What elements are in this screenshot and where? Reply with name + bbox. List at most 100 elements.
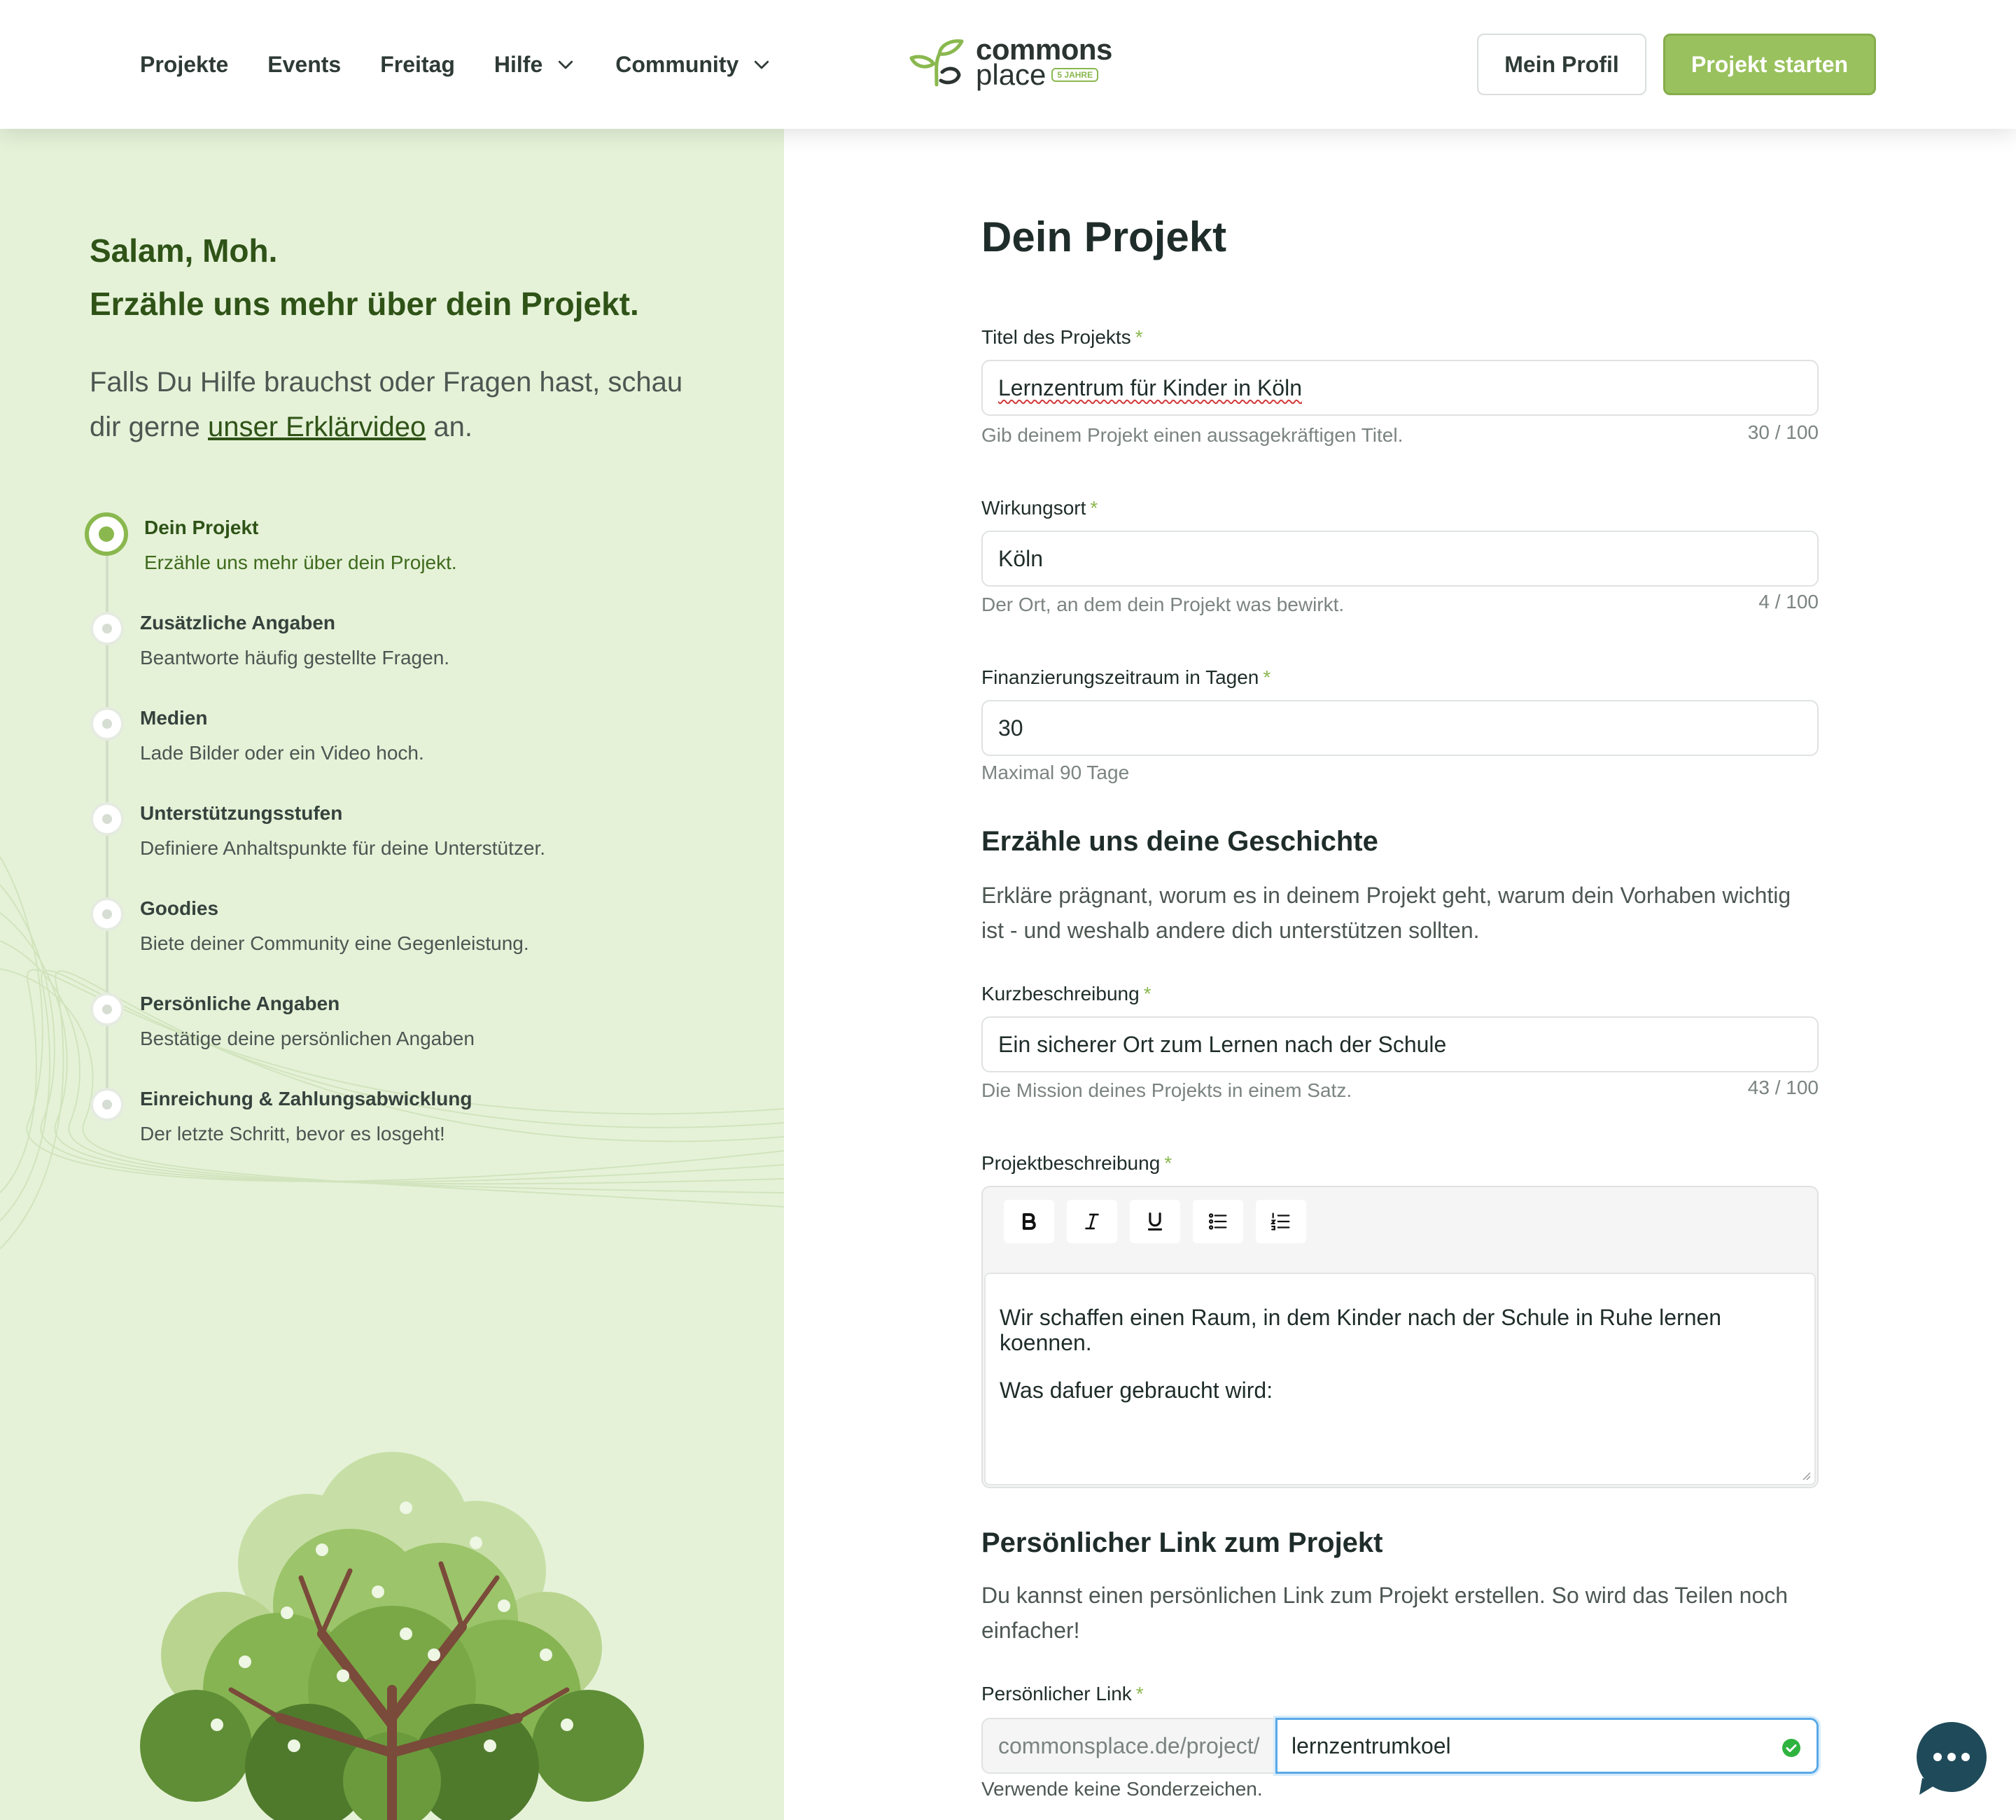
- chat-icon[interactable]: [1917, 1722, 2016, 1820]
- personal-link-input[interactable]: lernzentrumkoel: [1275, 1718, 1819, 1774]
- nav-community-label: Community: [615, 51, 739, 77]
- duration-hint: Maximal 90 Tage: [981, 762, 1130, 783]
- story-section-text: Erkläre prägnant, worum es in deinem Pro…: [981, 883, 1791, 943]
- description-editor: Wir schaffen einen Raum, in dem Kinder n…: [981, 1186, 1819, 1488]
- personal-link-label: Persönlicher Link *: [981, 1683, 1144, 1705]
- step-title: Goodies: [140, 897, 219, 919]
- personal-link-input-value: lernzentrumkoel: [1292, 1732, 1451, 1758]
- duration-input[interactable]: 30: [981, 700, 1819, 756]
- required-mark: *: [1143, 983, 1152, 1004]
- step-active-indicator: [85, 512, 128, 556]
- duration-label: Finanzierungszeitraum in Tagen *: [981, 666, 1270, 689]
- step-title: Dein Projekt: [144, 517, 259, 538]
- short-desc-label-text: Kurzbeschreibung: [981, 983, 1140, 1004]
- logo-badge: 5 JAHRE: [1051, 68, 1099, 82]
- step-desc: Erzähle uns mehr über dein Projekt.: [144, 552, 457, 573]
- step-indicator: [90, 993, 124, 1026]
- title-input[interactable]: Lernzentrum für Kinder in Köln: [981, 360, 1819, 416]
- short-desc-input[interactable]: Ein sicherer Ort zum Lernen nach der Sch…: [981, 1016, 1819, 1072]
- chevron-down-icon: [559, 60, 573, 69]
- bullet-list-button[interactable]: [1193, 1200, 1243, 1243]
- nav-hilfe[interactable]: Hilfe: [494, 52, 576, 78]
- step-indicator: [90, 802, 124, 836]
- title-label-text: Titel des Projekts: [981, 326, 1131, 348]
- personal-link-section-title: Persönlicher Link zum Projekt: [981, 1527, 1383, 1558]
- profile-button[interactable]: Mein Profil: [1477, 34, 1646, 95]
- step-desc: Bestätige deine persönlichen Angaben: [140, 1028, 475, 1049]
- greeting-line2: Erzähle uns mehr über dein Projekt.: [90, 286, 639, 322]
- nav-freitag-label: Freitag: [380, 51, 455, 77]
- required-mark: *: [1090, 497, 1098, 519]
- help-text: Falls Du Hilfe brauchst oder Fragen hast…: [90, 360, 706, 449]
- location-char-count: 4 / 100: [1758, 591, 1819, 612]
- editor-toolbar: [1004, 1200, 1306, 1243]
- description-paragraph: Was dafuer gebraucht wird:: [1000, 1378, 1273, 1403]
- bullet-list-icon: [1208, 1213, 1227, 1230]
- location-hint: Der Ort, an dem dein Projekt was bewirkt…: [981, 594, 1345, 615]
- nav-events[interactable]: Events: [267, 52, 341, 78]
- step-desc: Der letzte Schritt, bevor es losgeht!: [140, 1123, 445, 1144]
- step-desc: Lade Bilder oder ein Video hoch.: [140, 742, 424, 764]
- form-title: Dein Projekt: [981, 214, 1227, 260]
- step-indicator: [90, 897, 124, 931]
- logo-sprout-icon: [909, 39, 964, 87]
- italic-icon: [1085, 1213, 1099, 1230]
- required-mark: *: [1263, 666, 1271, 688]
- step-desc: Biete deiner Community eine Gegenleistun…: [140, 932, 529, 954]
- step-indicator: [90, 707, 124, 741]
- top-navigation: Projekte Events Freitag Hilfe Community …: [0, 0, 2016, 129]
- logo-wordmark: commons place 5 JAHRE: [976, 35, 1112, 90]
- step-desc: Beantworte häufig gestellte Fragen.: [140, 647, 450, 668]
- story-section-title: Erzähle uns deine Geschichte: [981, 826, 1378, 857]
- underline-button[interactable]: [1130, 1200, 1180, 1243]
- bold-icon: [1022, 1213, 1036, 1230]
- explainer-video-link[interactable]: unser Erklärvideo: [208, 412, 426, 442]
- resize-handle-icon[interactable]: [1799, 1469, 1812, 1481]
- short-desc-label: Kurzbeschreibung *: [981, 983, 1152, 1005]
- left-sidebar: Salam, Moh. Erzähle uns mehr über dein P…: [0, 129, 784, 1820]
- short-desc-hint: Die Mission deines Projekts in einem Sat…: [981, 1079, 1352, 1101]
- title-char-count: 30 / 100: [1747, 421, 1819, 443]
- personal-link-field: commonsplace.de/project/ lernzentrumkoel: [981, 1718, 1819, 1774]
- location-label-text: Wirkungsort: [981, 497, 1086, 519]
- step-indicator: [90, 612, 124, 645]
- title-hint: Gib deinem Projekt einen aussagekräftige…: [981, 424, 1404, 446]
- nav-freitag[interactable]: Freitag: [380, 52, 455, 78]
- numbered-list-button[interactable]: [1256, 1200, 1306, 1243]
- location-label: Wirkungsort *: [981, 497, 1098, 519]
- nav-projekte-label: Projekte: [140, 51, 229, 77]
- start-project-button[interactable]: Projekt starten: [1663, 34, 1876, 95]
- step-title: Medien: [140, 707, 208, 729]
- description-paragraph: Wir schaffen einen Raum, in dem Kinder n…: [1000, 1305, 1722, 1355]
- step-title: Zusätzliche Angaben: [140, 612, 336, 634]
- step-title: Persönliche Angaben: [140, 993, 340, 1014]
- main-nav: Projekte Events Freitag Hilfe Community: [140, 0, 772, 129]
- duration-label-text: Finanzierungszeitraum in Tagen: [981, 666, 1259, 688]
- short-desc-input-value: Ein sicherer Ort zum Lernen nach der Sch…: [998, 1031, 1447, 1057]
- title-input-value: Lernzentrum für Kinder in Köln: [998, 374, 1302, 400]
- greeting-line1: Salam, Moh.: [90, 232, 278, 269]
- location-input-value: Köln: [998, 545, 1044, 571]
- step-title: Unterstützungsstufen: [140, 802, 343, 824]
- duration-input-value: 30: [998, 715, 1023, 741]
- required-mark: *: [1135, 1683, 1144, 1704]
- logo-line2: place: [976, 58, 1046, 91]
- italic-button[interactable]: [1067, 1200, 1117, 1243]
- personal-link-section-text: Du kannst einen persönlichen Link zum Pr…: [981, 1583, 1788, 1643]
- required-mark: *: [1164, 1152, 1172, 1174]
- required-mark: *: [1135, 326, 1143, 348]
- underline-icon: [1147, 1212, 1163, 1231]
- valid-check-icon: [1782, 1739, 1800, 1757]
- nav-hilfe-label: Hilfe: [493, 51, 543, 77]
- bold-button[interactable]: [1004, 1200, 1054, 1243]
- personal-link-prefix: commonsplace.de/project/: [981, 1718, 1277, 1774]
- logo[interactable]: commons place 5 JAHRE: [909, 35, 1112, 90]
- nav-projekte[interactable]: Projekte: [140, 52, 228, 78]
- nav-events-label: Events: [267, 51, 342, 77]
- title-label: Titel des Projekts *: [981, 326, 1143, 349]
- personal-link-label-text: Persönlicher Link: [981, 1683, 1132, 1704]
- nav-community[interactable]: Community: [615, 52, 772, 78]
- description-textarea[interactable]: Wir schaffen einen Raum, in dem Kinder n…: [984, 1273, 1816, 1485]
- location-input[interactable]: Köln: [981, 531, 1819, 587]
- description-label: Projektbeschreibung *: [981, 1152, 1172, 1175]
